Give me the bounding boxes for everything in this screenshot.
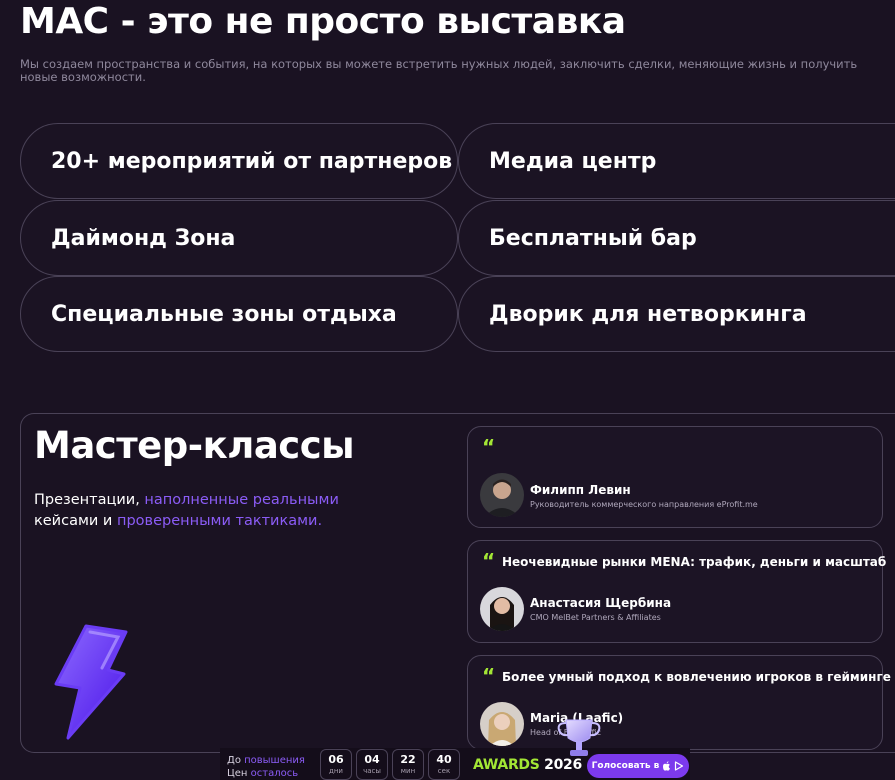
feature-pill: Медиа центр bbox=[458, 123, 895, 199]
caption-text: До bbox=[227, 755, 245, 766]
countdown-value: 04 bbox=[364, 753, 380, 766]
caption-accent: повышения bbox=[244, 755, 305, 766]
desc-text: кейсами и bbox=[34, 513, 117, 529]
countdown-label: часы bbox=[363, 767, 381, 775]
speaker-name: Филипп Левин bbox=[530, 483, 631, 497]
caption-accent: осталось bbox=[250, 768, 299, 779]
avatar bbox=[480, 473, 524, 517]
desc-text: Презентации, bbox=[34, 492, 145, 508]
trophy-icon bbox=[557, 719, 601, 756]
lightning-bolt-icon bbox=[54, 624, 128, 740]
quote-icon: “ bbox=[482, 549, 496, 573]
quote-icon: “ bbox=[482, 664, 496, 688]
page-subtitle: Мы создаем пространства и события, на ко… bbox=[20, 57, 858, 84]
countdown-minutes: 22 мин bbox=[392, 749, 424, 780]
countdown-value: 06 bbox=[328, 753, 344, 766]
vote-label: Голосовать в bbox=[591, 761, 660, 771]
play-store-icon bbox=[675, 761, 684, 771]
countdown-label: дни bbox=[329, 767, 343, 775]
countdown-hours: 04 часы bbox=[356, 749, 388, 780]
speaker-role: CMO MelBet Partners & Affiliates bbox=[530, 613, 661, 622]
talk-title: Более умный подход к вовлечению игроков … bbox=[502, 670, 891, 684]
awards-word: AWARDS bbox=[473, 757, 540, 773]
countdown-value: 22 bbox=[400, 753, 416, 766]
page-title: МАС - это не просто выставка bbox=[20, 1, 626, 42]
desc-accent: проверенными тактиками. bbox=[116, 513, 323, 529]
talk-card[interactable]: “ Более умный подход к вовлечению игроко… bbox=[467, 655, 891, 750]
feature-pill: Бесплатный бар bbox=[458, 200, 895, 276]
feature-pill: 20+ мероприятий от партнеров bbox=[20, 123, 458, 199]
desc-accent: наполненные реальными bbox=[144, 492, 339, 508]
awards-year: 2026 bbox=[544, 757, 582, 773]
apple-icon bbox=[663, 761, 671, 771]
vote-button[interactable]: Голосовать в bbox=[587, 754, 689, 778]
feature-pill: Даймонд Зона bbox=[20, 200, 458, 276]
countdown-days: 06 дни bbox=[320, 749, 352, 780]
countdown-seconds: 40 сек bbox=[428, 749, 460, 780]
talk-title: Неочевидные рынки MENA: трафик, деньги и… bbox=[502, 555, 887, 569]
speaker-role: Руководитель коммерческого направления e… bbox=[530, 500, 758, 509]
countdown-caption: До повышения Цен осталось bbox=[227, 754, 305, 780]
awards-label: AWARDS 2026 bbox=[473, 757, 582, 773]
avatar bbox=[480, 702, 524, 746]
masterclass-description: Презентации, наполненные реальными кейсам… bbox=[34, 490, 344, 532]
talk-card[interactable]: “ Неочевидные рынки MENA: трафик, деньги… bbox=[467, 540, 887, 643]
countdown-value: 40 bbox=[436, 753, 452, 766]
quote-icon: “ bbox=[482, 435, 496, 459]
talk-card[interactable]: “ Филипп Левин Руководитель коммерческог… bbox=[467, 426, 883, 528]
countdown-label: сек bbox=[437, 767, 451, 775]
caption-text: Цен bbox=[227, 768, 251, 779]
masterclass-title: Мастер-классы bbox=[34, 424, 355, 467]
feature-pill: Дворик для нетворкинга bbox=[458, 276, 895, 352]
countdown-label: мин bbox=[400, 767, 416, 775]
avatar bbox=[480, 587, 524, 631]
feature-pill: Специальные зоны отдыха bbox=[20, 276, 458, 352]
speaker-name: Анастасия Щербина bbox=[530, 596, 672, 610]
